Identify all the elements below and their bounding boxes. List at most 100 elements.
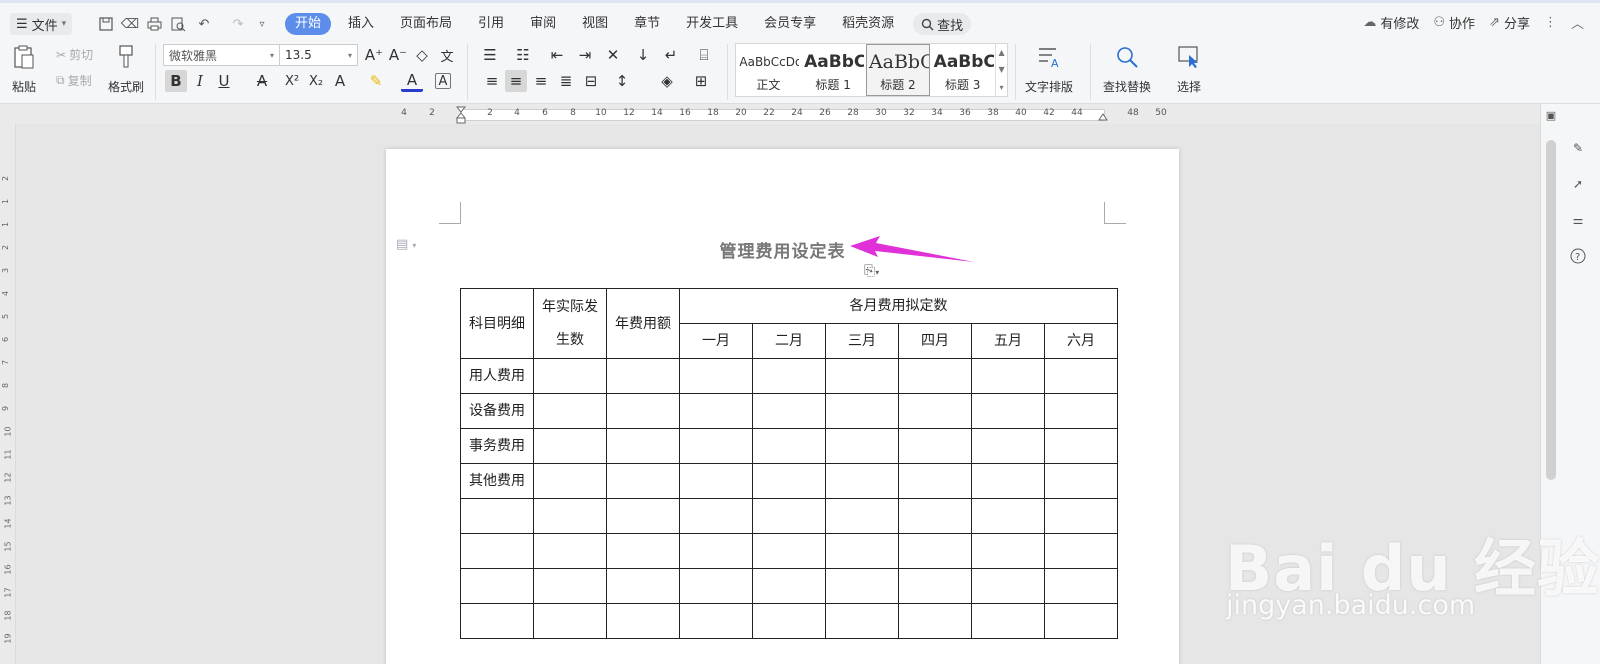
subscript-icon[interactable]: X₂ <box>305 70 327 92</box>
char-border-icon[interactable]: A <box>435 73 451 89</box>
row-subject-cell[interactable]: 其他费用 <box>460 463 534 499</box>
print-icon[interactable] <box>144 14 164 34</box>
table-cell[interactable] <box>606 358 680 394</box>
table-cell[interactable] <box>533 568 607 604</box>
superscript-icon[interactable]: X² <box>281 70 303 92</box>
table-cell[interactable] <box>898 533 972 569</box>
table-cell[interactable] <box>679 533 753 569</box>
chinese-layout-icon[interactable]: ✕ <box>602 44 624 66</box>
save-icon[interactable] <box>96 14 116 34</box>
table-cell[interactable] <box>606 428 680 464</box>
tab-member[interactable]: 会员专享 <box>751 13 829 35</box>
has-changes-button[interactable]: ☁ 有修改 <box>1363 13 1419 32</box>
table-cell[interactable] <box>971 568 1045 604</box>
right-indent-marker[interactable] <box>1098 110 1108 122</box>
font-color-icon[interactable]: A <box>401 70 423 92</box>
row-subject-cell[interactable]: 用人费用 <box>460 358 534 394</box>
table-cell[interactable] <box>533 358 607 394</box>
style-normal[interactable]: AaBbCcDd 正文 <box>736 44 801 96</box>
row-subject-cell[interactable] <box>460 603 534 639</box>
tab-developer[interactable]: 开发工具 <box>673 13 751 35</box>
file-menu-button[interactable]: ☰ 文件 ▾ <box>10 13 73 35</box>
table-cell[interactable] <box>971 428 1045 464</box>
table-cell[interactable] <box>898 428 972 464</box>
table-cell[interactable] <box>825 393 899 429</box>
table-cell[interactable] <box>752 358 826 394</box>
table-cell[interactable] <box>533 603 607 639</box>
table-cell[interactable] <box>679 358 753 394</box>
table-cell[interactable] <box>971 358 1045 394</box>
table-cell[interactable] <box>533 393 607 429</box>
header-annual[interactable]: 年费用额 <box>606 288 680 359</box>
table-cell[interactable] <box>752 533 826 569</box>
row-subject-cell[interactable]: 设备费用 <box>460 393 534 429</box>
table-cell[interactable] <box>898 358 972 394</box>
cut-button[interactable]: ✂ 剪切 <box>56 46 93 63</box>
table-cell[interactable] <box>1044 498 1118 534</box>
table-cell[interactable] <box>533 498 607 534</box>
table-cell[interactable] <box>898 603 972 639</box>
print-preview-icon[interactable] <box>168 14 188 34</box>
collaborate-button[interactable]: ⚇ 协作 <box>1433 13 1475 32</box>
table-cell[interactable] <box>606 393 680 429</box>
table-cell[interactable] <box>825 428 899 464</box>
table-cell[interactable] <box>752 463 826 499</box>
settings-sliders-icon[interactable]: ⚌ <box>1568 210 1588 230</box>
grow-font-icon[interactable]: A⁺ <box>363 44 385 66</box>
table-cell[interactable] <box>1044 428 1118 464</box>
header-month[interactable]: 三月 <box>825 323 899 359</box>
numbered-list-icon[interactable]: ☷ <box>512 44 534 66</box>
clear-format-icon[interactable]: ◇ <box>411 44 433 66</box>
italic-icon[interactable]: I <box>189 70 211 92</box>
table-cell[interactable] <box>679 498 753 534</box>
style-heading-1[interactable]: AaBbCc 标题 1 <box>801 44 866 96</box>
bullet-list-icon[interactable]: ☰ <box>479 44 501 66</box>
table-cell[interactable] <box>533 463 607 499</box>
font-size-select[interactable]: 13.5 ▾ <box>279 44 358 66</box>
table-cell[interactable] <box>1044 393 1118 429</box>
tab-view[interactable]: 视图 <box>569 13 621 35</box>
text-effect-icon[interactable]: A <box>329 70 351 92</box>
table-cell[interactable] <box>825 358 899 394</box>
table-lines-icon[interactable]: ⌸ <box>693 44 715 66</box>
table-cell[interactable] <box>679 603 753 639</box>
format-painter-button[interactable]: 格式刷 <box>108 44 144 95</box>
highlight-icon[interactable]: ✎ <box>365 70 387 92</box>
vertical-scrollbar[interactable] <box>1546 140 1556 480</box>
align-right-icon[interactable]: ≡ <box>530 70 552 92</box>
table-cell[interactable] <box>752 603 826 639</box>
table-cell[interactable] <box>825 568 899 604</box>
borders-icon[interactable]: ⊞ <box>690 70 712 92</box>
header-month[interactable]: 五月 <box>971 323 1045 359</box>
select-button[interactable]: 选择 <box>1175 44 1203 95</box>
row-subject-cell[interactable] <box>460 568 534 604</box>
table-cell[interactable] <box>606 463 680 499</box>
table-cell[interactable] <box>533 533 607 569</box>
table-cell[interactable] <box>825 533 899 569</box>
sort-icon[interactable]: ↓ <box>632 44 654 66</box>
pointer-icon[interactable]: ➚ <box>1568 174 1588 194</box>
table-cell[interactable] <box>679 428 753 464</box>
justify-icon[interactable]: ≣ <box>555 70 577 92</box>
table-cell[interactable] <box>971 498 1045 534</box>
split-view-icon[interactable]: ▣ <box>1544 108 1558 122</box>
table-cell[interactable] <box>1044 568 1118 604</box>
copy-button[interactable]: ⧉ 复制 <box>56 72 92 89</box>
table-cell[interactable] <box>971 463 1045 499</box>
line-spacing-icon[interactable]: ↕ <box>611 70 633 92</box>
pen-icon[interactable]: ✎ <box>1568 138 1588 158</box>
table-cell[interactable] <box>679 463 753 499</box>
table-cell[interactable] <box>752 568 826 604</box>
row-subject-cell[interactable] <box>460 498 534 534</box>
header-subject[interactable]: 科目明细 <box>460 288 534 359</box>
increase-indent-icon[interactable]: ⇥ <box>574 44 596 66</box>
header-monthly[interactable]: 各月费用拟定数 <box>679 288 1118 324</box>
more-icon[interactable]: ⋮ <box>1544 15 1557 30</box>
styles-scroll[interactable]: ▲ ▼ ▾ <box>995 44 1007 96</box>
show-marks-icon[interactable]: ↵ <box>660 44 682 66</box>
table-cell[interactable] <box>679 568 753 604</box>
tab-references[interactable]: 引用 <box>465 13 517 35</box>
customize-toolbar-icon[interactable]: ▿ <box>252 14 272 34</box>
table-cell[interactable] <box>752 498 826 534</box>
style-heading-2[interactable]: AaBbC 标题 2 <box>865 44 931 96</box>
